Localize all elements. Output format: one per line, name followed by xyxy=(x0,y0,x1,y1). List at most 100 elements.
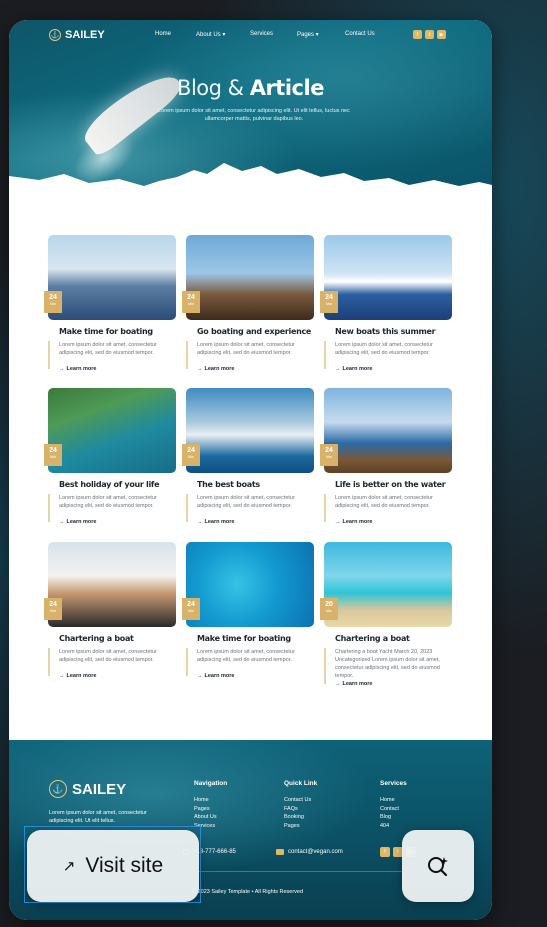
post-title[interactable]: The best boats xyxy=(197,480,260,489)
post-excerpt: Lorem ipsum dolor sit amet, consectetur … xyxy=(197,649,295,663)
post-excerpt: Lorem ipsum dolor sit amet, consectetur … xyxy=(335,495,433,509)
post-title[interactable]: Life is better on the water xyxy=(335,480,446,489)
arrow-right-icon: → xyxy=(335,366,341,372)
footer-link[interactable]: Pages xyxy=(284,822,317,831)
youtube-icon[interactable]: ▶ xyxy=(437,30,446,39)
post-thumbnail[interactable] xyxy=(324,235,452,320)
post-date-badge: 24 Mar xyxy=(320,444,338,466)
footer-heading: Services xyxy=(380,780,407,787)
arrow-right-icon: → xyxy=(197,366,203,372)
learn-more-link[interactable]: → Learn more xyxy=(335,681,372,687)
footer-link[interactable]: About Us xyxy=(194,813,227,822)
footer-email[interactable]: contact@vegan.com xyxy=(276,849,343,855)
post-title[interactable]: Chartering a boat xyxy=(59,634,134,643)
footer-heading: Navigation xyxy=(194,780,228,787)
logo-text: SAILEY xyxy=(65,29,105,41)
post-thumbnail[interactable] xyxy=(48,235,176,320)
post-title[interactable]: Make time for boating xyxy=(59,327,153,336)
nav-services[interactable]: Services xyxy=(250,31,273,37)
anchor-icon: ⚓ xyxy=(49,29,61,41)
learn-more-link[interactable]: → Learn more xyxy=(59,366,96,372)
arrow-right-icon: → xyxy=(197,673,203,679)
arrow-right-icon: → xyxy=(59,519,65,525)
post-date-badge: 24 Mar xyxy=(182,444,200,466)
footer-about: Lorem ipsum dolor sit amet, consectetur … xyxy=(49,810,147,824)
post-accent-bar xyxy=(48,341,50,369)
post-accent-bar xyxy=(324,341,326,369)
site-logo[interactable]: ⚓ SAILEY xyxy=(49,29,105,41)
post-accent-bar xyxy=(48,494,50,522)
post-title[interactable]: New boats this summer xyxy=(335,327,436,336)
arrow-right-icon: → xyxy=(59,673,65,679)
visit-site-button[interactable]: ↗ Visit site xyxy=(27,830,199,902)
arrow-right-icon: → xyxy=(335,519,341,525)
nav-home[interactable]: Home xyxy=(155,31,171,37)
post-accent-bar xyxy=(324,494,326,522)
arrow-right-icon: → xyxy=(335,681,341,687)
footer-link[interactable]: 404 xyxy=(380,822,407,831)
post-accent-bar xyxy=(324,648,326,684)
learn-more-link[interactable]: → Learn more xyxy=(197,519,234,525)
post-title[interactable]: Chartering a boat xyxy=(335,634,410,643)
footer-col-services: Services Home Contact Blog 404 xyxy=(380,780,407,830)
learn-more-link[interactable]: → Learn more xyxy=(335,519,372,525)
post-thumbnail[interactable] xyxy=(186,388,314,473)
learn-more-link[interactable]: → Learn more xyxy=(197,366,234,372)
post-thumbnail[interactable] xyxy=(324,388,452,473)
post-accent-bar xyxy=(48,648,50,676)
post-date-badge: 24 Mar xyxy=(320,291,338,313)
footer-heading: Quick Link xyxy=(284,780,318,787)
post-thumbnail[interactable] xyxy=(186,542,314,627)
post-date-badge: 20 Mar xyxy=(320,598,338,620)
learn-more-link[interactable]: → Learn more xyxy=(59,519,96,525)
footer-link[interactable]: Booking xyxy=(284,813,317,822)
footer-logo[interactable]: ⚓ SAILEY xyxy=(49,780,126,798)
learn-more-link[interactable]: → Learn more xyxy=(335,366,372,372)
arrow-right-icon: → xyxy=(197,519,203,525)
post-accent-bar xyxy=(186,341,188,369)
learn-more-link[interactable]: → Learn more xyxy=(197,673,234,679)
footer-link[interactable]: Contact Us xyxy=(284,796,317,805)
post-accent-bar xyxy=(186,648,188,676)
footer-link[interactable]: FAQs xyxy=(284,805,317,814)
post-date-badge: 24 Mar xyxy=(182,291,200,313)
post-title[interactable]: Best holiday of your life xyxy=(59,480,160,489)
visual-search-icon xyxy=(428,857,448,877)
hero-subtitle: Lorem ipsum dolor sit amet, consectetur … xyxy=(158,108,350,122)
anchor-icon: ⚓ xyxy=(49,780,67,798)
post-thumbnail[interactable] xyxy=(186,235,314,320)
post-thumbnail[interactable] xyxy=(324,542,452,627)
arrow-right-icon: → xyxy=(59,366,65,372)
post-excerpt: Lorem ipsum dolor sit amet, consectetur … xyxy=(59,495,157,509)
twitter-icon[interactable]: t xyxy=(425,30,434,39)
learn-more-link[interactable]: → Learn more xyxy=(59,673,96,679)
footer-link[interactable]: Home xyxy=(380,796,407,805)
post-excerpt: Chartering a boat Yacht March 20, 2023 U… xyxy=(335,649,440,679)
post-excerpt: Lorem ipsum dolor sit amet, consectetur … xyxy=(59,649,157,663)
post-thumbnail[interactable] xyxy=(48,388,176,473)
post-excerpt: Lorem ipsum dolor sit amet, consectetur … xyxy=(335,342,433,356)
post-date-badge: 24 Mar xyxy=(182,598,200,620)
footer-link[interactable]: Blog xyxy=(380,813,407,822)
nav-pages[interactable]: Pages ▾ xyxy=(297,31,319,38)
nav-contact[interactable]: Contact Us xyxy=(345,31,375,37)
page-title: Blog & Article xyxy=(177,76,324,100)
torn-paper-top xyxy=(9,163,492,230)
post-thumbnail[interactable] xyxy=(48,542,176,627)
external-arrow-icon: ↗ xyxy=(62,857,76,875)
post-title[interactable]: Go boating and experience xyxy=(197,327,311,336)
footer-col-navigation: Navigation Home Pages About Us Services xyxy=(194,780,227,830)
footer-link[interactable]: Pages xyxy=(194,805,227,814)
mail-icon xyxy=(276,849,284,855)
post-title[interactable]: Make time for boating xyxy=(197,634,291,643)
visual-search-button[interactable] xyxy=(402,830,474,902)
facebook-icon[interactable]: f xyxy=(380,847,390,857)
post-excerpt: Lorem ipsum dolor sit amet, consectetur … xyxy=(197,342,295,356)
facebook-icon[interactable]: f xyxy=(413,30,422,39)
header-socials: f t ▶ xyxy=(413,30,446,39)
footer-link[interactable]: Contact xyxy=(380,805,407,814)
footer-link[interactable]: Home xyxy=(194,796,227,805)
footer-col-quick-link: Quick Link Contact Us FAQs Booking Pages xyxy=(284,780,317,830)
post-date-badge: 24 Mar xyxy=(44,444,62,466)
nav-about[interactable]: About Us ▾ xyxy=(196,31,225,38)
